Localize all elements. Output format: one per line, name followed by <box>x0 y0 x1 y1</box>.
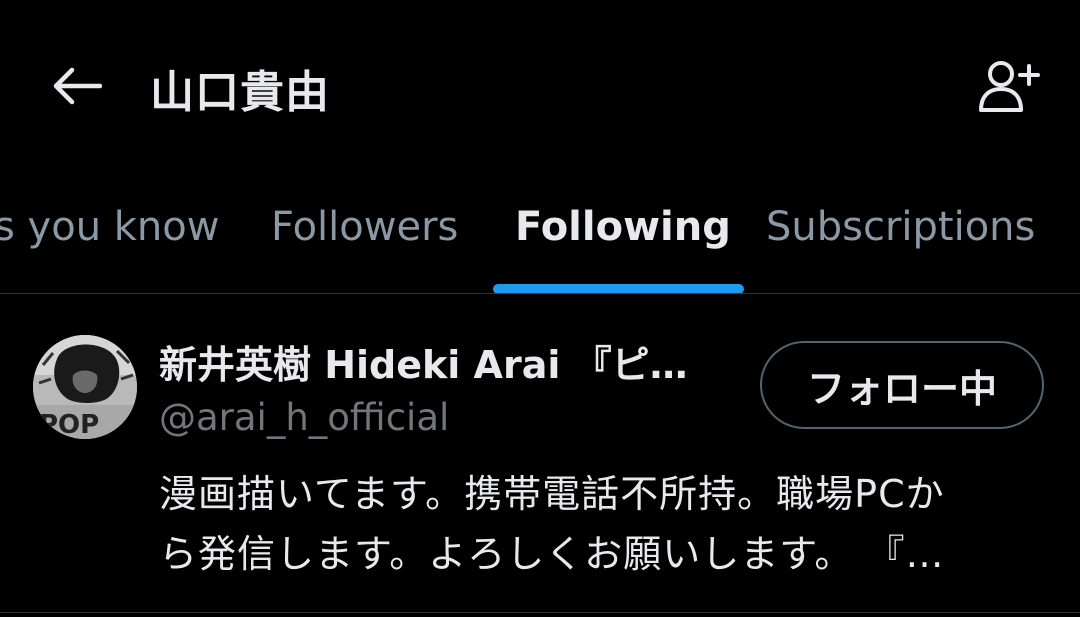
following-button[interactable]: フォロー中 <box>760 341 1044 429</box>
user-bio: 漫画描いてます。携帯電話不所持。職場PCか ら発信します。よろしくお願いします。… <box>159 464 1049 584</box>
tab-following[interactable]: Following <box>515 204 731 250</box>
person-plus-icon <box>979 61 1040 112</box>
bio-line: ら発信します。よろしくお願いします。 『… <box>159 532 945 576</box>
arrow-left-icon <box>53 67 102 105</box>
tab-subscriptions[interactable]: Subscriptions <box>766 204 1035 250</box>
tab-followers[interactable]: Followers <box>271 204 458 250</box>
add-user-button[interactable] <box>972 54 1044 118</box>
list-divider <box>0 612 1080 613</box>
back-button[interactable] <box>46 58 106 114</box>
avatar[interactable]: POP <box>33 335 137 439</box>
user-handle: @arai_h_official <box>159 396 450 439</box>
user-display-name[interactable]: 新井英樹 Hideki Arai 『ピ… <box>159 334 729 389</box>
follow-tabs: s you know Followers Following Subscript… <box>0 190 1080 294</box>
user-list-item[interactable]: POP 新井英樹 Hideki Arai 『ピ… @arai_h_officia… <box>0 294 1080 612</box>
tab-followers-you-know[interactable]: s you know <box>0 204 219 250</box>
avatar-image: POP <box>33 335 137 439</box>
following-list-screen: 山口貴由 s you know Followers Following Subs… <box>0 0 1080 617</box>
top-app-bar: 山口貴由 <box>0 0 1080 175</box>
bio-line: 漫画描いてます。携帯電話不所持。職場PCか <box>159 472 945 516</box>
svg-text:POP: POP <box>39 410 99 439</box>
page-title: 山口貴由 <box>150 67 330 118</box>
